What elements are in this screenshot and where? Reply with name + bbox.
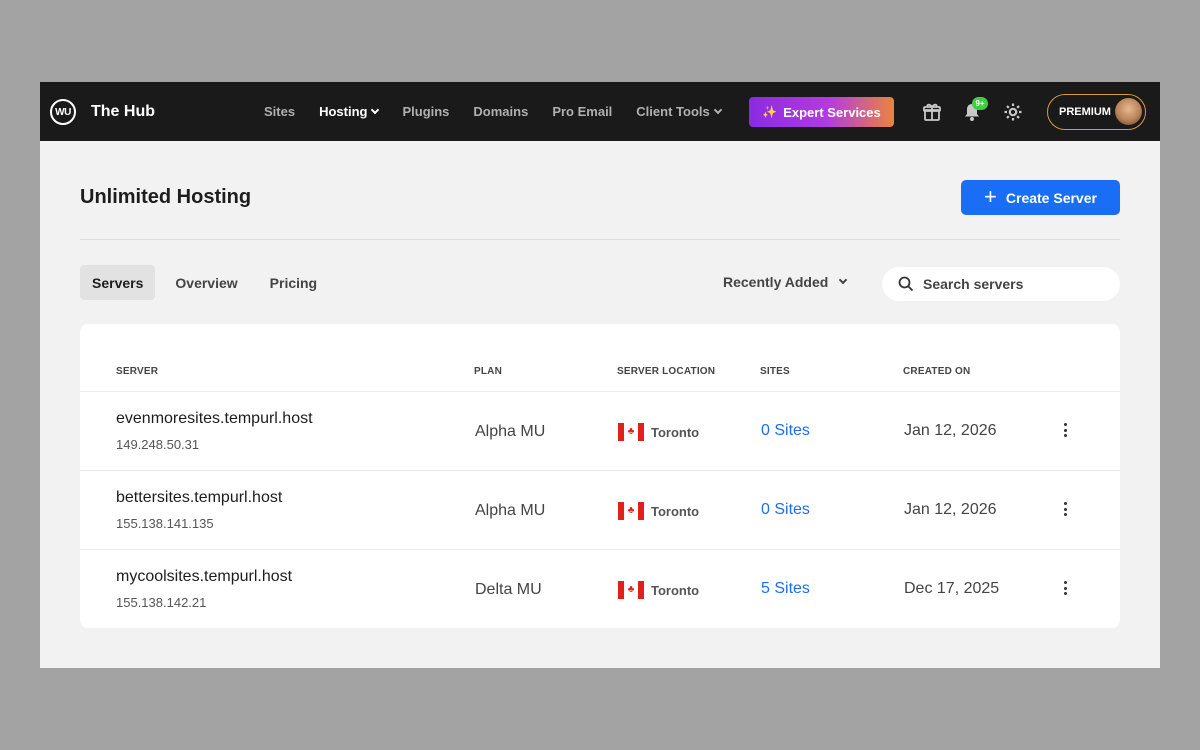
sort-dropdown[interactable]: Recently Added [723,274,848,290]
server-location: ♣ Toronto [618,581,699,599]
server-name[interactable]: bettersites.tempurl.host [116,489,282,507]
canada-flag-icon: ♣ [618,502,644,520]
server-created-date: Dec 17, 2025 [904,580,1000,597]
expert-services-label: Expert Services [783,104,881,120]
chevron-down-icon [713,105,722,114]
create-server-button[interactable]: + Create Server [961,180,1120,215]
chevron-down-icon [371,105,380,114]
server-ip: 149.248.50.31 [116,437,200,452]
header-divider [80,239,1120,240]
server-location-label: Toronto [651,582,700,598]
magic-wand-icon: ✨ [762,105,778,119]
sort-label: Recently Added [723,274,829,290]
chevron-down-icon [839,275,848,285]
nav-item-sites[interactable]: Sites [264,104,295,119]
server-plan: Delta MU [475,581,542,598]
servers-table: SERVER PLAN SERVER LOCATION SITES CREATE… [80,324,1120,628]
nav-item-client-tools-label: Client Tools [636,104,710,119]
plus-icon: + [984,183,997,209]
search-box[interactable] [882,267,1120,301]
brand[interactable]: WU The Hub [50,99,155,125]
more-vertical-icon[interactable] [1060,578,1070,598]
app-window: WU The Hub Sites Hosting Plugins Domains… [40,82,1160,668]
nav-item-domains[interactable]: Domains [473,104,528,119]
server-location-label: Toronto [651,503,700,519]
search-icon [898,276,914,292]
nav-item-plugins[interactable]: Plugins [402,104,449,119]
search-input[interactable] [923,276,1093,292]
server-location: ♣ Toronto [618,423,699,441]
premium-label: PREMIUM [1059,106,1111,118]
more-vertical-icon[interactable] [1060,499,1070,519]
server-created-date: Jan 12, 2026 [904,501,997,518]
expert-services-button[interactable]: ✨ Expert Services [749,97,894,127]
server-ip: 155.138.142.21 [116,595,207,610]
more-vertical-icon[interactable] [1060,420,1070,440]
column-header-plan: PLAN [474,366,503,377]
server-location-label: Toronto [651,424,700,440]
avatar [1115,98,1142,125]
nav-item-pro-email[interactable]: Pro Email [552,104,612,119]
server-name[interactable]: mycoolsites.tempurl.host [116,568,292,586]
column-header-server: SERVER [116,366,159,377]
brand-name: The Hub [91,103,155,120]
create-server-label: Create Server [1005,189,1097,206]
server-location: ♣ Toronto [618,502,699,520]
server-plan: Alpha MU [475,502,546,519]
gift-icon[interactable] [922,102,942,122]
nav-item-hosting-label: Hosting [319,104,368,119]
gear-icon[interactable] [1003,102,1023,122]
top-nav-bar: WU The Hub Sites Hosting Plugins Domains… [40,82,1160,141]
main-nav: Sites Hosting Plugins Domains Pro Email … [264,82,745,141]
premium-account-button[interactable]: PREMIUM [1047,94,1146,130]
canada-flag-icon: ♣ [618,423,644,441]
table-row[interactable]: bettersites.tempurl.host 155.138.141.135… [80,470,1120,549]
canada-flag-icon: ♣ [618,581,644,599]
column-header-location: SERVER LOCATION [617,366,716,377]
column-header-created: CREATED ON [903,366,971,377]
tab-pricing[interactable]: Pricing [258,265,329,300]
page-title: Unlimited Hosting [80,186,252,208]
server-name[interactable]: evenmoresites.tempurl.host [116,410,313,428]
table-row[interactable]: mycoolsites.tempurl.host 155.138.142.21 … [80,549,1120,628]
column-header-sites: SITES [760,366,790,377]
server-ip: 155.138.141.135 [116,516,214,531]
hosting-tabs: Servers Overview Pricing [80,265,337,300]
nav-item-client-tools[interactable]: Client Tools [636,104,722,119]
nav-item-hosting[interactable]: Hosting [319,104,380,119]
table-row[interactable]: evenmoresites.tempurl.host 149.248.50.31… [80,391,1120,470]
hub-logo: WU [50,99,76,125]
server-sites-link[interactable]: 5 Sites [761,580,810,598]
server-sites-link[interactable]: 0 Sites [761,422,810,440]
server-created-date: Jan 12, 2026 [904,422,997,439]
tab-overview[interactable]: Overview [163,265,249,300]
tab-servers[interactable]: Servers [80,265,156,300]
notification-badge: 9+ [972,97,988,110]
server-plan: Alpha MU [475,423,546,440]
server-sites-link[interactable]: 0 Sites [761,501,810,519]
